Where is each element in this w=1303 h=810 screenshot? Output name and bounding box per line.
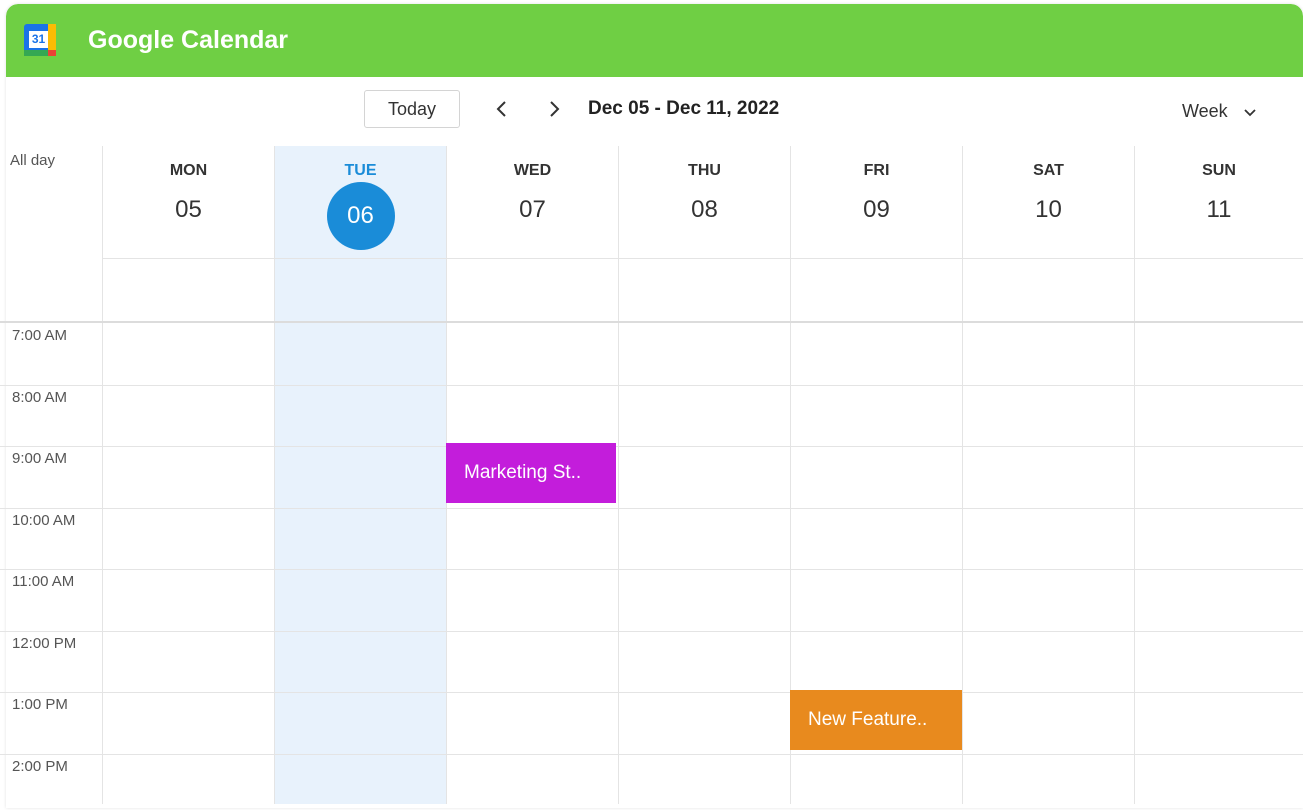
day-name: THU xyxy=(688,162,721,179)
day-number[interactable]: 07 xyxy=(447,196,618,224)
header-divider xyxy=(102,258,1303,259)
time-label: 8:00 AM xyxy=(12,389,68,406)
hour-line xyxy=(0,631,1303,632)
week-grid: All day 7:00 AM 8:00 AM 9:00 AM 10:00 AM 11:… xyxy=(0,146,1303,804)
today-button[interactable]: Today xyxy=(364,90,460,128)
hour-line xyxy=(0,569,1303,570)
chevron-right-icon[interactable] xyxy=(542,96,566,122)
time-label: 2:00 PM xyxy=(12,758,68,775)
day-number[interactable]: 08 xyxy=(619,196,790,224)
calendar-event[interactable]: New Feature.. xyxy=(790,690,962,750)
hour-line xyxy=(0,754,1303,755)
day-name: FRI xyxy=(863,162,890,179)
calendar-event[interactable]: Marketing St.. xyxy=(446,443,616,503)
day-number[interactable]: 11 xyxy=(1135,196,1303,224)
chevron-left-icon[interactable] xyxy=(490,96,514,122)
chevron-down-icon xyxy=(1244,104,1256,120)
day-column-tue[interactable]: TUE 06 xyxy=(274,146,446,804)
day-name: WED xyxy=(513,162,552,179)
title-bar: 31 Google Calendar xyxy=(6,4,1303,77)
day-name: SUN xyxy=(1202,162,1236,179)
day-name: MON xyxy=(169,162,208,179)
day-name: SAT xyxy=(1033,162,1064,179)
time-label: 1:00 PM xyxy=(12,696,68,713)
view-dropdown[interactable]: Week xyxy=(1182,101,1256,122)
hour-line xyxy=(0,385,1303,386)
time-label: 10:00 AM xyxy=(12,512,76,529)
app-title: Google Calendar xyxy=(88,26,289,54)
hour-line xyxy=(0,446,1303,447)
day-column-sat[interactable]: SAT 10 xyxy=(962,146,1134,804)
time-label: 7:00 AM xyxy=(12,327,68,344)
day-column-mon[interactable]: MON 05 xyxy=(102,146,274,804)
allday-divider xyxy=(0,321,1303,323)
time-label: 9:00 AM xyxy=(12,450,68,467)
day-column-sun[interactable]: SUN 11 xyxy=(1134,146,1303,804)
hour-line xyxy=(0,692,1303,693)
day-number[interactable]: 05 xyxy=(103,196,274,224)
day-number[interactable]: 09 xyxy=(791,196,962,224)
time-gutter: All day 7:00 AM 8:00 AM 9:00 AM 10:00 AM 11:… xyxy=(0,146,102,804)
day-name: TUE xyxy=(344,162,377,179)
day-number[interactable]: 10 xyxy=(963,196,1134,224)
hour-line xyxy=(0,508,1303,509)
all-day-label: All day xyxy=(10,152,56,169)
date-range-title: Dec 05 - Dec 11, 2022 xyxy=(588,98,780,119)
view-dropdown-label: Week xyxy=(1182,101,1228,121)
time-label: 12:00 PM xyxy=(12,635,77,652)
time-label: 11:00 AM xyxy=(12,573,75,590)
logo-date-text: 31 xyxy=(29,31,48,48)
today-date-badge[interactable]: 06 xyxy=(326,182,395,250)
day-column-thu[interactable]: THU 08 xyxy=(618,146,790,804)
google-calendar-logo-icon: 31 xyxy=(24,24,56,56)
